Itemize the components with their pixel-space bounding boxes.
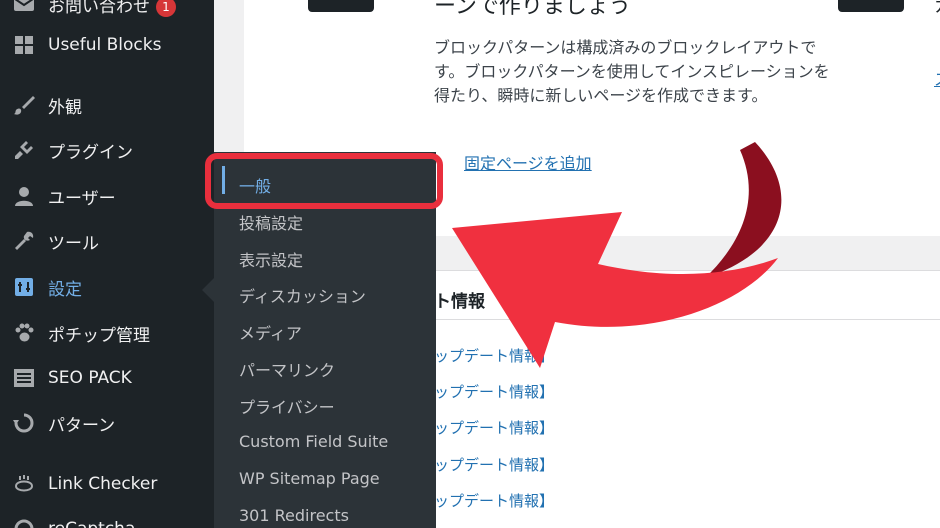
- menu-label: お問い合わせ: [48, 0, 150, 17]
- annotation-highlight-box: [205, 153, 443, 209]
- menu-label: ツール: [48, 233, 99, 254]
- plugin-icon: [12, 138, 36, 162]
- menu-item-link-checker[interactable]: Link Checker: [0, 462, 214, 506]
- menu-label: プラグイン: [48, 142, 133, 163]
- menu-label: パターン: [48, 415, 116, 436]
- card-description: ブロックパターンは構成済みのブロックレイアウトです。ブロックパターンを使用してイ…: [434, 38, 830, 105]
- menu-label: 設定: [48, 279, 82, 300]
- menu-item-plugins[interactable]: プラグイン: [0, 128, 214, 172]
- submenu-item-301-redirects[interactable]: 301 Redirects: [239, 506, 349, 525]
- list-icon: [12, 366, 36, 390]
- menu-item-users[interactable]: ユーザー: [0, 174, 214, 218]
- recaptcha-icon: [12, 517, 36, 528]
- news-link[interactable]: ップデート情報】: [434, 417, 554, 438]
- menu-item-patterns[interactable]: パターン: [0, 401, 214, 445]
- menu-label: Link Checker: [48, 474, 158, 494]
- news-link[interactable]: ップデート情報】: [434, 345, 554, 366]
- wrench-icon: [12, 229, 36, 253]
- news-title: ト情報: [434, 292, 485, 312]
- menu-item-appearance[interactable]: 外観: [0, 83, 214, 127]
- submenu-pointer: [202, 278, 214, 302]
- submenu-item-permalinks[interactable]: パーマリンク: [239, 357, 335, 381]
- pattern-preview-right: [838, 0, 904, 12]
- card-right-heading: カ: [934, 0, 940, 18]
- news-link[interactable]: ップデート情報】: [434, 454, 554, 475]
- card-right-link[interactable]: ス: [934, 66, 940, 90]
- add-page-link[interactable]: 固定ページを追加: [464, 150, 592, 174]
- link-checker-icon: [12, 472, 36, 496]
- submenu-item-writing[interactable]: 投稿設定: [239, 210, 303, 234]
- menu-label: 外観: [48, 97, 82, 118]
- card-heading: ーンで作りましょう: [434, 0, 631, 19]
- menu-label: ユーザー: [48, 188, 116, 209]
- submenu-item-custom-field-suite[interactable]: Custom Field Suite: [239, 432, 388, 451]
- notification-badge: 1: [156, 0, 176, 17]
- menu-label: Useful Blocks: [48, 35, 162, 55]
- paintbrush-icon: [12, 93, 36, 117]
- submenu-item-media[interactable]: メディア: [239, 320, 302, 344]
- submenu-item-discussion[interactable]: ディスカッション: [239, 283, 366, 307]
- settings-icon: [12, 275, 36, 299]
- mail-icon: [12, 0, 36, 16]
- menu-label: ポチップ管理: [48, 325, 150, 346]
- menu-item-useful-blocks[interactable]: Useful Blocks: [0, 23, 214, 67]
- menu-item-recaptcha[interactable]: reCaptcha: [0, 507, 214, 528]
- admin-sidebar: お問い合わせ 1 Useful Blocks 外観 プラグイン ユーザー ツール: [0, 0, 214, 528]
- submenu-item-privacy[interactable]: プライバシー: [239, 394, 335, 418]
- submenu-item-reading[interactable]: 表示設定: [239, 247, 303, 271]
- menu-item-seo-pack[interactable]: SEO PACK: [0, 356, 214, 400]
- pattern-preview-left: [308, 0, 374, 12]
- menu-item-tools[interactable]: ツール: [0, 219, 214, 263]
- user-icon: [12, 184, 36, 208]
- menu-label: SEO PACK: [48, 368, 132, 388]
- submenu-item-wp-sitemap-page[interactable]: WP Sitemap Page: [239, 469, 380, 488]
- menu-label: reCaptcha: [48, 519, 135, 528]
- menu-item-settings[interactable]: 設定: [0, 265, 214, 309]
- blocks-icon: [12, 33, 36, 57]
- menu-item-pochipp[interactable]: ポチップ管理: [0, 311, 214, 355]
- paw-icon: [12, 321, 36, 345]
- refresh-icon: [12, 411, 36, 435]
- news-link[interactable]: ップデート情報】: [434, 490, 554, 511]
- news-link[interactable]: ップデート情報】: [434, 381, 554, 402]
